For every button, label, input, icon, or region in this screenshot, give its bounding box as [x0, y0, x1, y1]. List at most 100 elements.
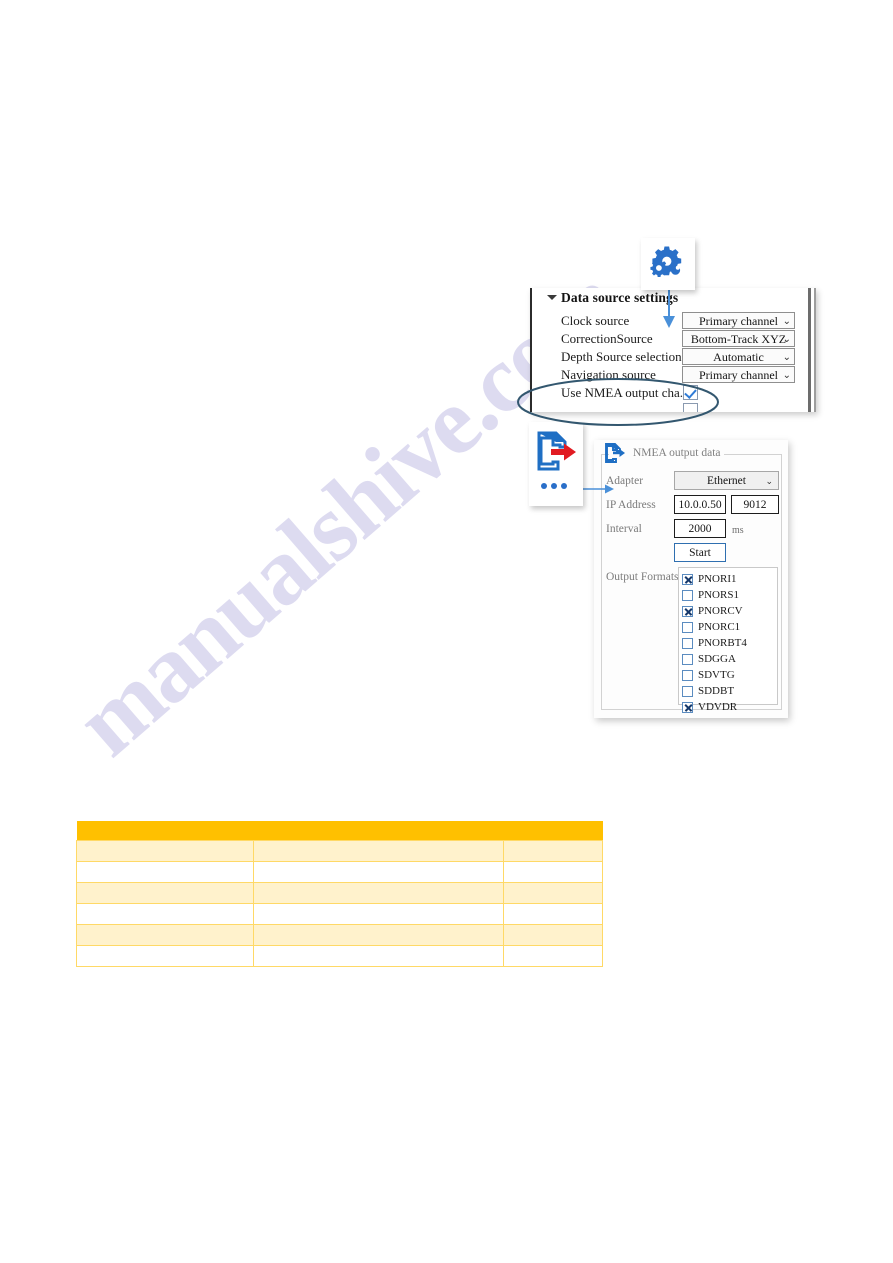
table-row	[76, 924, 603, 946]
table-cell	[76, 840, 254, 862]
navigation-source-label: Navigation source	[561, 367, 656, 382]
table-row	[76, 882, 603, 904]
document-export-icon	[537, 431, 576, 471]
format-item-sdgga[interactable]: SDGGA	[682, 651, 777, 667]
format-checkbox-pnors1[interactable]	[682, 589, 693, 601]
table-header-cell-1	[76, 821, 254, 841]
table-row	[76, 840, 603, 862]
correction-source-label: CorrectionSource	[561, 331, 653, 346]
table-cell	[503, 882, 603, 904]
adapter-dropdown[interactable]: Ethernet ⌄	[674, 471, 779, 490]
setting-row-correction-source: CorrectionSource Bottom-Track XYZ ⌄	[532, 330, 816, 349]
setting-row-use-nmea-output-channel: Use NMEA output cha...	[532, 385, 816, 403]
chevron-down-icon: ⌄	[782, 316, 791, 327]
adapter-value: Ethernet	[707, 475, 746, 487]
table-row	[76, 945, 603, 967]
use-nmea-output-channel-checkbox[interactable]	[683, 385, 698, 400]
table-cell	[76, 945, 254, 967]
format-label-pnors1: PNORS1	[698, 589, 739, 601]
format-item-vdvdr[interactable]: VDVDR	[682, 699, 777, 715]
table-cell	[76, 861, 254, 883]
format-item-pnori1[interactable]: PNORI1	[682, 571, 777, 587]
table-cell	[503, 945, 603, 967]
nmea-document-export-icon	[605, 443, 625, 463]
format-checkbox-sdvtg[interactable]	[682, 669, 693, 681]
format-item-sddbt[interactable]: SDDBT	[682, 683, 777, 699]
format-label-vdvdr: VDVDR	[698, 701, 738, 713]
chevron-down-icon: ⌄	[782, 370, 791, 381]
ip-address-input[interactable]: 10.0.0.50	[674, 495, 726, 514]
format-label-pnorc1: PNORC1	[698, 621, 741, 633]
format-checkbox-vdvdr[interactable]	[682, 701, 693, 713]
settings-icon-card	[641, 238, 695, 290]
table-cell	[503, 861, 603, 883]
clock-source-dropdown[interactable]: Primary channel ⌄	[682, 312, 795, 329]
table-cell	[503, 924, 603, 946]
table-cell	[253, 924, 504, 946]
format-label-pnorcv: PNORCV	[698, 605, 743, 617]
correction-source-value: Bottom-Track XYZ	[690, 332, 787, 346]
table-header-cell-2	[253, 821, 504, 841]
setting-row-partial	[532, 403, 816, 412]
table-cell	[253, 903, 504, 925]
collapse-triangle-icon[interactable]	[547, 295, 557, 300]
depth-source-selection-dropdown[interactable]: Automatic ⌄	[682, 348, 795, 365]
table-cell	[503, 903, 603, 925]
format-checkbox-pnori1[interactable]	[682, 573, 693, 585]
table-header-row	[76, 821, 603, 841]
partial-row-checkbox[interactable]	[683, 403, 698, 412]
clock-source-value: Primary channel	[699, 314, 778, 328]
chevron-down-icon: ⌄	[782, 334, 791, 345]
table-row	[76, 861, 603, 883]
format-checkbox-pnorbt4[interactable]	[682, 637, 693, 649]
nmea-panel-title: NMEA output data	[630, 447, 724, 459]
more-options-dots-icon[interactable]	[541, 483, 567, 489]
format-label-pnorbt4: PNORBT4	[698, 637, 747, 649]
nmea-output-icon-card	[529, 422, 583, 506]
format-label-sdvtg: SDVTG	[698, 669, 735, 681]
interval-label: Interval	[606, 523, 642, 535]
format-label-sddbt: SDDBT	[698, 685, 735, 697]
table-cell	[76, 903, 254, 925]
chevron-down-icon: ⌄	[765, 476, 773, 486]
depth-source-selection-label: Depth Source selection	[561, 349, 682, 364]
format-label-sdgga: SDGGA	[698, 653, 736, 665]
panel-scrollbar-track	[814, 288, 816, 412]
table-cell	[503, 840, 603, 862]
icon-to-nmea-panel-connector-arrow	[580, 484, 614, 494]
table-cell	[253, 945, 504, 967]
format-item-pnorbt4[interactable]: PNORBT4	[682, 635, 777, 651]
interval-input[interactable]: 2000	[674, 519, 726, 538]
use-nmea-output-channel-label: Use NMEA output cha...	[561, 385, 690, 400]
document-data-table	[76, 821, 603, 967]
correction-source-dropdown[interactable]: Bottom-Track XYZ ⌄	[682, 330, 795, 347]
navigation-source-dropdown[interactable]: Primary channel ⌄	[682, 366, 795, 383]
start-button[interactable]: Start	[674, 543, 726, 562]
output-formats-label: Output Formats	[606, 571, 679, 583]
format-checkbox-sdgga[interactable]	[682, 653, 693, 665]
setting-row-depth-source-selection: Depth Source selection Automatic ⌄	[532, 348, 816, 367]
table-cell	[76, 882, 254, 904]
table-row	[76, 903, 603, 925]
format-checkbox-pnorc1[interactable]	[682, 621, 693, 633]
table-cell	[253, 840, 504, 862]
table-cell	[76, 924, 254, 946]
gear-to-panel-connector-arrow	[663, 286, 675, 328]
ip-address-label: IP Address	[606, 499, 656, 511]
output-formats-list: PNORI1 PNORS1 PNORCV PNORC1 PNORBT4 SDGG…	[678, 567, 778, 713]
table-header-cell-3	[503, 821, 603, 841]
table-cell	[253, 861, 504, 883]
nmea-output-data-panel: NMEA output data Adapter Ethernet ⌄ IP A…	[594, 440, 788, 718]
port-input[interactable]: 9012	[731, 495, 779, 514]
panel-scrollbar[interactable]	[808, 288, 811, 412]
format-item-pnors1[interactable]: PNORS1	[682, 587, 777, 603]
settings-gears-icon	[650, 246, 682, 277]
format-item-sdvtg[interactable]: SDVTG	[682, 667, 777, 683]
format-item-pnorcv[interactable]: PNORCV	[682, 603, 777, 619]
format-item-pnorc1[interactable]: PNORC1	[682, 619, 777, 635]
clock-source-label: Clock source	[561, 313, 630, 328]
format-checkbox-pnorcv[interactable]	[682, 605, 693, 617]
navigation-source-value: Primary channel	[699, 368, 778, 382]
format-checkbox-sddbt[interactable]	[682, 685, 693, 697]
format-label-pnori1: PNORI1	[698, 573, 737, 585]
